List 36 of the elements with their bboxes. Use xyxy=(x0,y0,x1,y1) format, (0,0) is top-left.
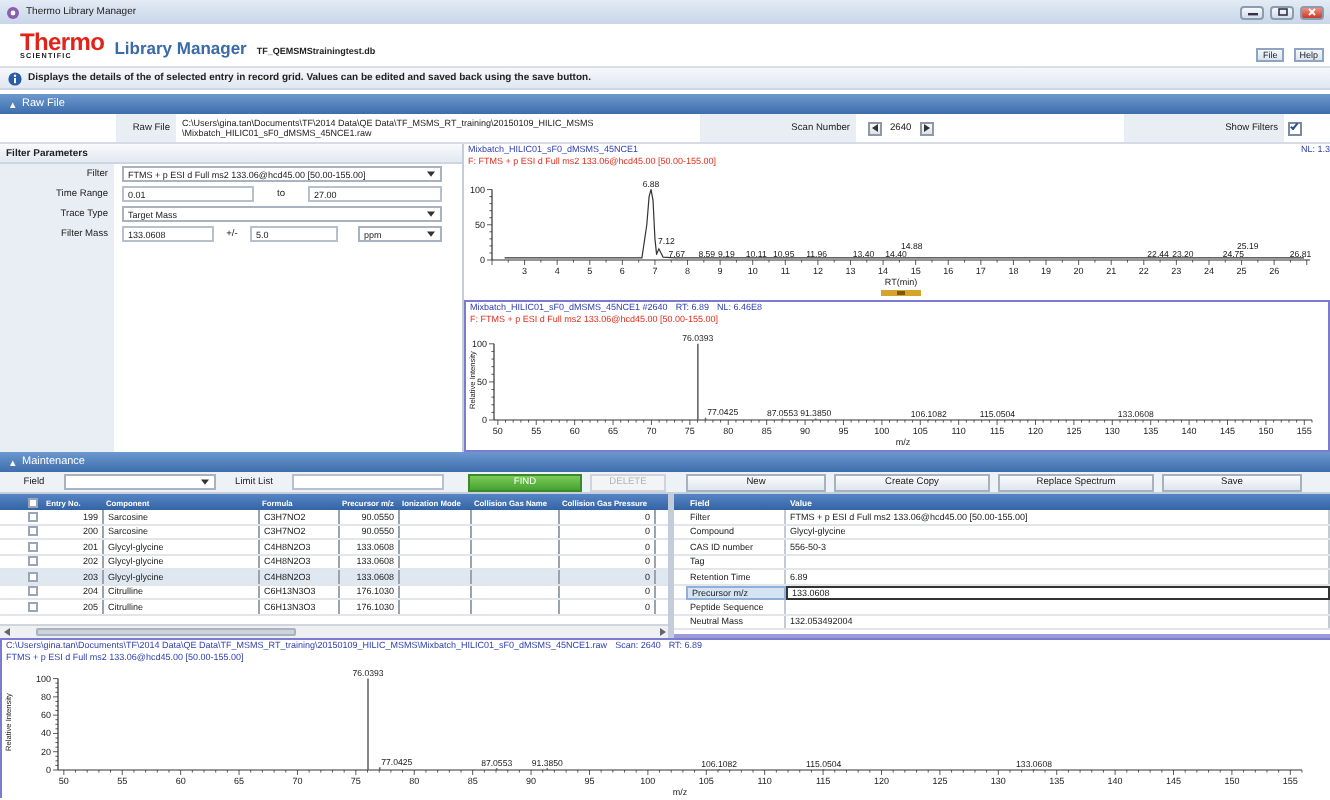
row-checkbox[interactable] xyxy=(27,541,37,552)
left-arrow-icon xyxy=(872,124,878,132)
y-axis xyxy=(488,343,495,421)
brand-name: Thermo xyxy=(20,32,105,52)
row-checkbox[interactable] xyxy=(27,511,37,522)
row-checkbox[interactable] xyxy=(27,601,37,612)
minimize-button[interactable] xyxy=(1240,5,1264,19)
right-arrow-icon xyxy=(659,628,665,636)
next-scan-button[interactable] xyxy=(919,121,934,135)
horizontal-scrollbar[interactable] xyxy=(0,624,668,638)
restore-icon xyxy=(1277,8,1287,16)
row-checkbox[interactable] xyxy=(27,556,37,567)
restore-button[interactable] xyxy=(1270,5,1294,19)
field-dropdown[interactable] xyxy=(64,474,216,490)
close-icon xyxy=(1308,8,1316,16)
y-axis xyxy=(52,677,59,771)
show-filters-checkbox[interactable] xyxy=(1288,121,1302,135)
caret-icon xyxy=(426,230,436,238)
row-checkbox[interactable] xyxy=(27,571,37,582)
left-arrow-icon xyxy=(3,628,9,636)
minimize-icon xyxy=(1247,9,1257,15)
row-checkbox[interactable] xyxy=(27,526,37,537)
previous-scan-button[interactable] xyxy=(868,121,882,135)
y-axis xyxy=(486,188,493,261)
select-all-checkbox[interactable] xyxy=(28,497,38,507)
app-title: Library Manager xyxy=(114,38,247,58)
info-icon xyxy=(8,71,22,85)
right-arrow-icon xyxy=(923,124,930,132)
caret-icon xyxy=(426,170,436,178)
row-checkbox[interactable] xyxy=(27,586,37,597)
scroll-thumb[interactable] xyxy=(881,290,921,296)
caret-icon xyxy=(426,210,436,218)
app-icon xyxy=(6,5,20,19)
limit-list-field[interactable] xyxy=(292,474,444,490)
close-button[interactable] xyxy=(1300,5,1324,19)
caret-icon xyxy=(200,478,210,486)
